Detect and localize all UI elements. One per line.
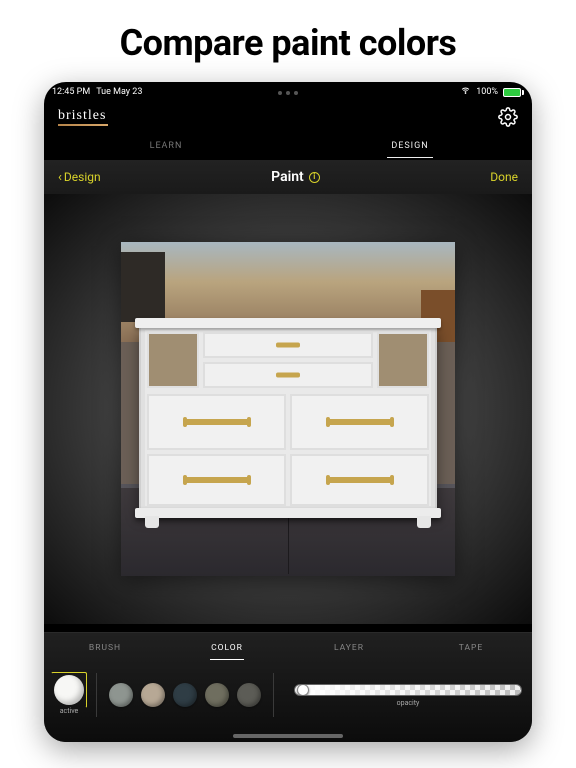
color-tool-body: active opacity [44,663,532,727]
battery-pct: 100% [476,87,498,97]
editor-title-text: Paint [271,169,304,185]
opacity-control: opacity [294,684,522,707]
brand-word: bristles [58,109,108,123]
tool-tab-layer[interactable]: LAYER [288,633,410,663]
back-button[interactable]: ‹ Design [58,170,101,184]
page-heading: Compare paint colors [0,0,576,82]
swatch-3[interactable] [173,683,197,707]
dresser-illustration [139,324,437,512]
opacity-slider[interactable] [294,684,522,696]
tool-tabs: BRUSH COLOR LAYER TAPE [44,633,532,663]
tab-learn[interactable]: LEARN [44,132,288,160]
home-indicator [233,734,343,738]
palette-divider-left [96,673,97,717]
tool-tab-brush[interactable]: BRUSH [44,633,166,663]
editor-header: ‹ Design Paint i Done [44,160,532,194]
status-time: 12:45 PM [52,87,90,97]
active-swatch-label: active [60,707,79,715]
app-bar: bristles [44,102,532,132]
editor-title: Paint i [271,169,320,185]
palette-divider-right [273,673,274,717]
tab-design[interactable]: DESIGN [288,132,532,160]
status-date: Tue May 23 [96,87,142,97]
chevron-left-icon: ‹ [58,171,62,184]
gear-icon[interactable] [498,107,518,127]
top-tabs: LEARN DESIGN [44,132,532,160]
tool-tab-color[interactable]: COLOR [166,633,288,663]
canvas-area[interactable] [44,194,532,624]
active-swatch-wrap: active [54,675,84,715]
tool-tab-tape[interactable]: TAPE [410,633,532,663]
swatch-1[interactable] [109,683,133,707]
app-brand: bristles [58,109,108,126]
info-icon[interactable]: i [309,172,320,183]
active-swatch[interactable] [54,675,84,705]
opacity-thumb[interactable] [297,684,309,696]
back-label: Design [64,170,101,184]
palette [109,683,261,707]
tablet-frame: 12:45 PM Tue May 23 100% bristles LEARN … [44,82,532,742]
bottom-toolbar: BRUSH COLOR LAYER TAPE active [44,632,532,742]
battery-icon [503,88,524,97]
project-photo[interactable] [121,242,455,576]
camera-dots [278,91,298,95]
done-button[interactable]: Done [490,170,518,184]
opacity-label: opacity [397,699,420,707]
swatch-4[interactable] [205,683,229,707]
swatch-2[interactable] [141,683,165,707]
wifi-icon [460,86,471,98]
swatch-5[interactable] [237,683,261,707]
